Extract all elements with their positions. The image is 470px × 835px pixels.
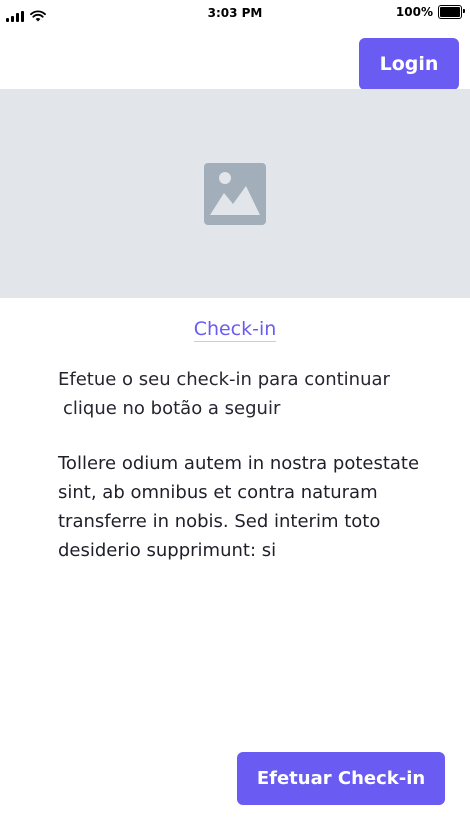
checkin-link-wrapper: Check-in [0, 318, 470, 342]
login-button[interactable]: Login [359, 38, 459, 90]
status-right: 100% [395, 5, 465, 19]
intro-line-2: clique no botão a seguir [63, 398, 281, 419]
battery-icon [438, 5, 465, 19]
intro-text: Efetue o seu check-in para continuar cli… [58, 365, 438, 423]
image-placeholder-icon [204, 162, 266, 225]
battery-percentage: 100% [395, 5, 433, 19]
hero-image-placeholder [0, 89, 470, 298]
status-bar: 3:03 PM 100% [0, 0, 470, 30]
checkin-link[interactable]: Check-in [193, 318, 277, 342]
intro-line-1: Efetue o seu check-in para continuar [58, 369, 390, 390]
efetuar-checkin-button[interactable]: Efetuar Check-in [237, 752, 445, 805]
body-paragraph: Tollere odium autem in nostra potestate … [58, 453, 420, 561]
